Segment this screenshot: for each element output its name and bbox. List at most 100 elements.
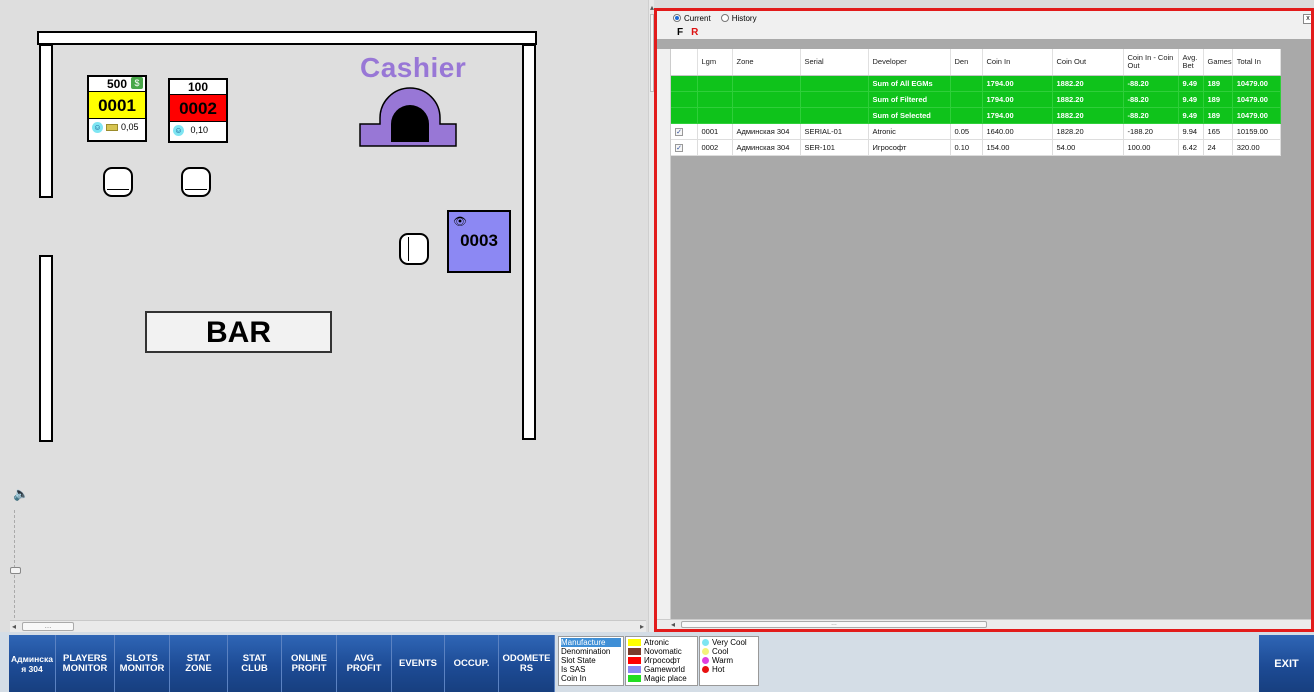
nav-button-slots-monitor[interactable]: SLOTS MONITOR: [115, 635, 170, 692]
color-swatch: [628, 657, 641, 664]
filter-r-button[interactable]: R: [691, 27, 698, 38]
egm-grid-panel: Current History F R x Lgm Zone Serial De…: [654, 8, 1314, 632]
sum-coin-out: 1882.20: [1052, 91, 1124, 108]
sum-coin-in: 1794.00: [982, 75, 1053, 92]
nav-button-zone[interactable]: Админска я 304: [9, 635, 56, 692]
filter-buttons: F R: [657, 25, 1311, 39]
nav-button-label: Админска я 304: [11, 653, 53, 674]
legend-item: Atronic: [628, 638, 695, 647]
column-header[interactable]: Coin In - Coin Out: [1123, 49, 1179, 76]
exit-button[interactable]: EXIT: [1259, 635, 1314, 692]
mode-item[interactable]: Is SAS: [561, 665, 621, 674]
scroll-right-icon[interactable]: ▸: [640, 622, 644, 631]
sum-row-filtered[interactable]: Sum of Filtered 1794.00 1882.20 -88.20 9…: [671, 91, 1281, 108]
sum-games: 189: [1203, 107, 1233, 124]
scroll-left-icon[interactable]: ◂: [671, 620, 675, 629]
grid-horizontal-scrollbar[interactable]: ◂ …: [657, 619, 1311, 629]
nav-button-odometers[interactable]: ODOMETE RS: [499, 635, 555, 692]
slider-thumb[interactable]: [10, 567, 21, 574]
scroll-left-icon[interactable]: ◂: [12, 622, 16, 631]
cashier-icon[interactable]: [358, 80, 462, 148]
filter-f-button[interactable]: F: [677, 27, 683, 38]
radio-current-label: Current: [684, 13, 711, 23]
manufacturer-legend: Atronic Novomatic Игрософт Gameworld Mag…: [625, 636, 698, 686]
warm-face-icon: [702, 657, 709, 664]
wall-right: [522, 44, 536, 440]
cell-diff: 100.00: [1123, 139, 1179, 156]
radio-dot[interactable]: [673, 14, 681, 22]
radio-current[interactable]: Current: [673, 14, 711, 23]
legend-item: Novomatic: [628, 647, 695, 656]
radio-dot[interactable]: [720, 14, 729, 22]
column-header[interactable]: Coin Out: [1052, 49, 1124, 76]
nav-button-online-profit[interactable]: ONLINE PROFIT: [282, 635, 337, 692]
nav-button-occup[interactable]: OCCUP.: [445, 635, 499, 692]
mode-item[interactable]: Denomination: [561, 647, 621, 656]
money-bag-icon: $: [131, 77, 143, 89]
column-header[interactable]: Zone: [732, 49, 801, 76]
color-mode-list[interactable]: Manufacture Denomination Slot State Is S…: [558, 636, 624, 686]
egm-denom-top: 100: [187, 80, 209, 94]
column-header[interactable]: Den: [950, 49, 983, 76]
cell-avg-bet: 6.42: [1178, 139, 1204, 156]
sum-coin-out: 1882.20: [1052, 75, 1124, 92]
column-header[interactable]: Coin In: [982, 49, 1053, 76]
sum-total-in: 10479.00: [1232, 75, 1281, 92]
scroll-thumb[interactable]: …: [22, 622, 74, 631]
temperature-legend: Very Cool Cool Warm Hot: [699, 636, 759, 686]
radio-history[interactable]: History: [720, 14, 757, 23]
sum-games: 189: [1203, 75, 1233, 92]
close-icon[interactable]: x: [1303, 14, 1311, 24]
color-swatch: [628, 648, 641, 655]
legend-label: Cool: [712, 647, 729, 656]
table-row[interactable]: ✓ 0001 Админская 304 SERIAL-01 Atronic 0…: [671, 123, 1281, 140]
egm-tile-0001[interactable]: 500 $ 0001 ☺ 0,05: [87, 75, 147, 142]
mode-item[interactable]: Slot State: [561, 656, 621, 665]
sum-total-in: 10479.00: [1232, 107, 1281, 124]
scroll-thumb[interactable]: …: [681, 621, 987, 628]
egm-footer: ☺ 0,05: [89, 119, 145, 135]
sum-diff: -88.20: [1123, 91, 1179, 108]
legend-item: Warm: [702, 656, 756, 665]
casino-monitor-window: Cashier 500 $ 0001 ☺ 0,05 100 0002 ☺ 0,1…: [0, 0, 1314, 692]
column-select[interactable]: [671, 49, 698, 76]
egm-tile-0003[interactable]: 👁 0003: [447, 210, 511, 273]
nav-button-players-monitor[interactable]: PLAYERS MONITOR: [56, 635, 115, 692]
nav-button-label: STAT CLUB: [241, 652, 268, 674]
legend-item: Cool: [702, 647, 756, 656]
column-header[interactable]: Games: [1203, 49, 1233, 76]
mode-item[interactable]: Manufacture: [561, 638, 621, 647]
sum-label: Sum of Filtered: [868, 91, 951, 108]
nav-button-events[interactable]: EVENTS: [392, 635, 445, 692]
nav-button-stat-zone[interactable]: STAT ZONE: [170, 635, 228, 692]
table-row[interactable]: ✓ 0002 Админская 304 SER-101 Игрософт 0.…: [671, 139, 1281, 156]
sum-row-selected[interactable]: Sum of Selected 1794.00 1882.20 -88.20 9…: [671, 107, 1281, 124]
egm-tile-0002[interactable]: 100 0002 ☺ 0,10: [168, 78, 228, 143]
mode-item[interactable]: Coin In: [561, 674, 621, 683]
column-header[interactable]: Lgm: [697, 49, 733, 76]
column-header[interactable]: Developer: [868, 49, 951, 76]
sum-games: 189: [1203, 91, 1233, 108]
legend-label: Very Cool: [712, 638, 747, 647]
row-checkbox[interactable]: ✓: [675, 143, 683, 152]
egm-number: 0001: [89, 91, 145, 119]
nav-button-label: PLAYERS MONITOR: [62, 652, 108, 674]
column-header[interactable]: Total In: [1232, 49, 1281, 76]
floor-map[interactable]: Cashier 500 $ 0001 ☺ 0,05 100 0002 ☺ 0,1…: [0, 0, 648, 632]
sum-coin-in: 1794.00: [982, 107, 1053, 124]
zoom-slider[interactable]: [10, 510, 30, 618]
sum-row-all[interactable]: Sum of All EGMs 1794.00 1882.20 -88.20 9…: [671, 75, 1281, 92]
nav-button-label: EVENTS: [398, 657, 437, 669]
floor-horizontal-scrollbar[interactable]: ◂ … ▸: [10, 620, 646, 632]
row-checkbox[interactable]: ✓: [675, 127, 683, 136]
eye-lock-icon: 👁: [453, 216, 467, 228]
cashbox-icon: [106, 123, 118, 131]
cell-den: 0.10: [950, 139, 983, 156]
column-header[interactable]: Serial: [800, 49, 869, 76]
sum-avg-bet: 9.49: [1178, 107, 1204, 124]
nav-button-stat-club[interactable]: STAT CLUB: [228, 635, 282, 692]
column-header[interactable]: Avg. Bet: [1178, 49, 1204, 76]
bottom-toolbar: Админска я 304 PLAYERS MONITOR SLOTS MON…: [0, 632, 1314, 692]
cell-total-in: 10159.00: [1232, 123, 1281, 140]
nav-button-avg-profit[interactable]: AVG PROFIT: [337, 635, 392, 692]
